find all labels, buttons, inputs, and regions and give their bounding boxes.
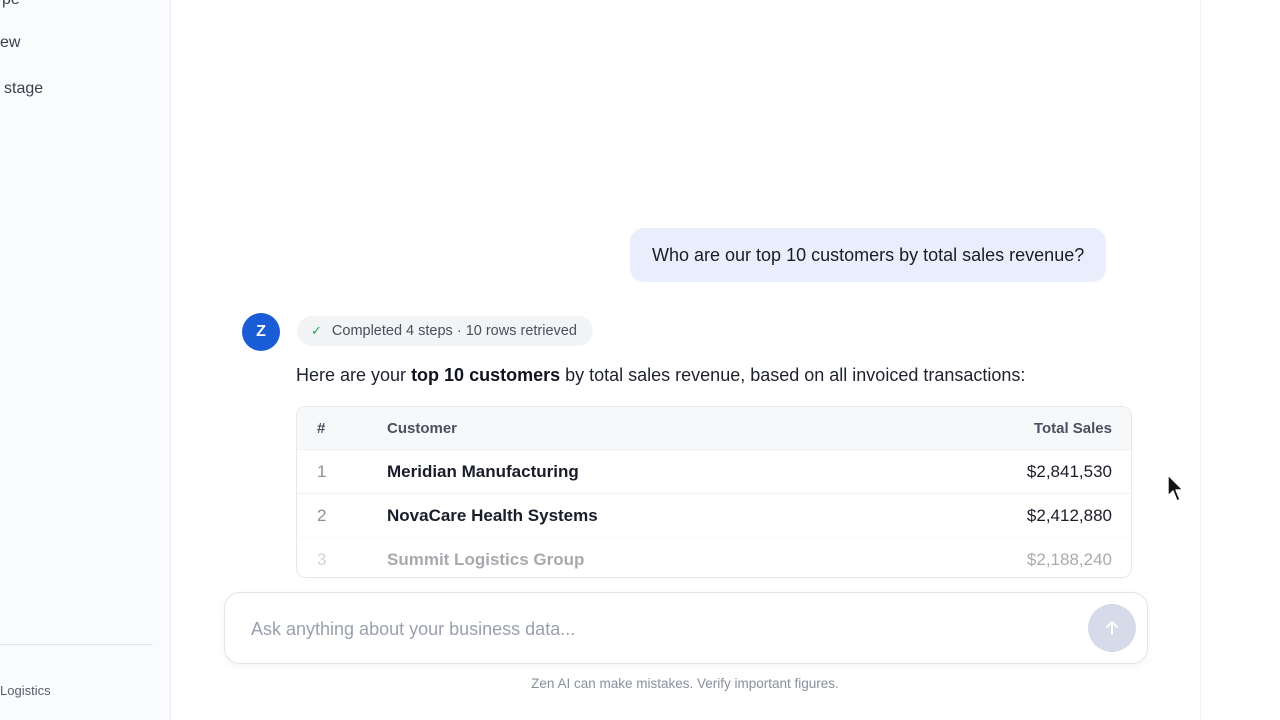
header-total-sales: Total Sales bbox=[1033, 419, 1112, 437]
right-gutter bbox=[1200, 0, 1280, 720]
header-rank: # bbox=[317, 419, 326, 437]
row-total-sales: $2,412,880 bbox=[1026, 505, 1112, 525]
row-total-sales: $2,841,530 bbox=[1026, 461, 1112, 481]
user-message-text: Who are our top 10 customers by total sa… bbox=[652, 244, 1085, 265]
row-rank: 1 bbox=[317, 461, 327, 481]
table-row: 3 Summit Logistics Group $2,188,240 bbox=[297, 537, 1131, 577]
send-button[interactable] bbox=[1088, 604, 1136, 652]
sidebar-divider bbox=[0, 644, 153, 645]
results-table: # Customer Total Sales 1 Meridian Manufa… bbox=[296, 406, 1132, 578]
steps-status-text: Completed 4 steps · 10 rows retrieved bbox=[331, 323, 577, 339]
arrow-up-icon bbox=[1106, 621, 1118, 635]
sidebar-item-type[interactable]: ype bbox=[0, 0, 20, 9]
intro-bold: top 10 customers bbox=[411, 365, 561, 385]
header-customer: Customer bbox=[387, 419, 458, 437]
sidebar: ype ew stage Logistics bbox=[0, 0, 171, 720]
steps-status-pill[interactable]: ✓ Completed 4 steps · 10 rows retrieved bbox=[297, 316, 593, 346]
row-customer: Summit Logistics Group bbox=[387, 549, 585, 569]
user-message-bubble: Who are our top 10 customers by total sa… bbox=[630, 228, 1107, 282]
mouse-cursor-icon bbox=[1167, 474, 1184, 502]
row-total-sales: $2,188,240 bbox=[1026, 549, 1112, 569]
table-row: 1 Meridian Manufacturing $2,841,530 bbox=[297, 449, 1131, 493]
intro-suffix: by total sales revenue, based on all inv… bbox=[560, 365, 1026, 385]
row-customer: NovaCare Health Systems bbox=[387, 505, 598, 525]
message-input[interactable] bbox=[249, 613, 1073, 645]
sidebar-item-view[interactable]: ew bbox=[0, 34, 20, 52]
row-rank: 3 bbox=[317, 549, 327, 569]
message-composer bbox=[224, 592, 1148, 664]
assistant-intro-text: Here are your top 10 customers by total … bbox=[296, 365, 1025, 386]
assistant-avatar: Z bbox=[242, 313, 280, 351]
disclaimer-text: Zen AI can make mistakes. Verify importa… bbox=[531, 676, 839, 691]
app-window: ype ew stage Logistics Who are our top 1… bbox=[0, 0, 1280, 720]
intro-prefix: Here are your bbox=[296, 365, 412, 385]
row-rank: 2 bbox=[317, 505, 327, 525]
row-customer: Meridian Manufacturing bbox=[387, 461, 579, 481]
table-row: 2 NovaCare Health Systems $2,412,880 bbox=[297, 493, 1131, 537]
check-icon: ✓ bbox=[311, 323, 322, 338]
sidebar-item-stage[interactable]: stage bbox=[4, 80, 43, 98]
table-header: # Customer Total Sales bbox=[297, 407, 1131, 449]
